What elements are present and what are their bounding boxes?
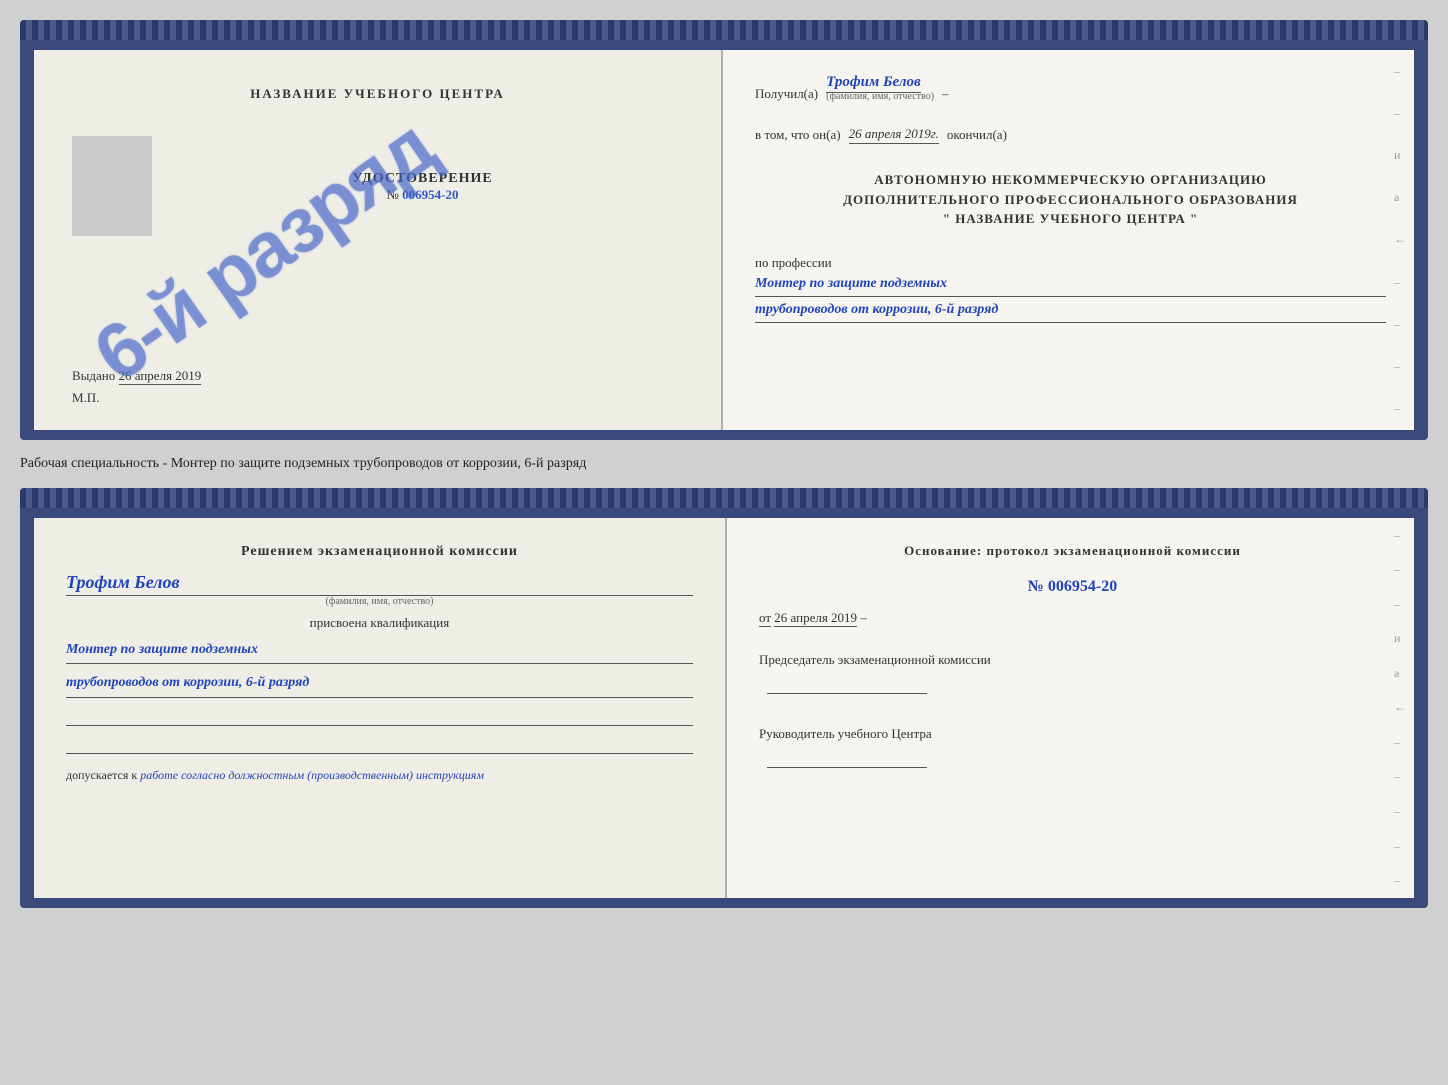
- blank-line-1: [66, 706, 693, 726]
- bottom-doc-right: – – – и а ← – – – – – Основание: протоко…: [727, 518, 1414, 898]
- org-line1: АВТОНОМНУЮ НЕКОММЕРЧЕСКУЮ ОРГАНИЗАЦИЮ: [755, 170, 1386, 190]
- top-document: НАЗВАНИЕ УЧЕБНОГО ЦЕНТРА УДОСТОВЕРЕНИЕ №…: [20, 20, 1428, 440]
- recipient-sub: (фамилия, имя, отчество): [826, 91, 934, 102]
- recipient-line: Получил(а) Трофим Белов (фамилия, имя, о…: [755, 74, 1386, 102]
- border-bottom-b: [20, 498, 1428, 508]
- qualification-label: присвоена квалификация: [66, 615, 693, 631]
- cert-number-prefix: №: [387, 187, 399, 202]
- cert-number-value: 006954-20: [402, 187, 458, 202]
- profession-line1: Монтер по защите подземных: [755, 271, 1386, 297]
- protocol-date-prefix: от: [759, 610, 771, 627]
- cert-label: УДОСТОВЕРЕНИЕ: [352, 171, 492, 187]
- org-line2: ДОПОЛНИТЕЛЬНОГО ПРОФЕССИОНАЛЬНОГО ОБРАЗО…: [755, 190, 1386, 210]
- qualification-line2: трубопроводов от коррозии, 6-й разряд: [66, 670, 693, 698]
- issued-date-value: 26 апреля 2019: [119, 368, 202, 385]
- director-signature-line: [767, 767, 927, 768]
- person-name-block: Трофим Белов (фамилия, имя, отчество): [66, 562, 693, 607]
- chairman-label: Председатель экзаменационной комиссии: [759, 650, 1386, 671]
- protocol-date: от 26 апреля 2019 –: [759, 610, 1386, 626]
- osnov-header: Основание: протокол экзаменационной коми…: [759, 542, 1386, 560]
- director-block: Руководитель учебного Центра: [759, 724, 1386, 768]
- profession-section: по профессии Монтер по защите подземных …: [755, 255, 1386, 323]
- допускается-prefix: допускается к: [66, 768, 137, 782]
- допускается-line: допускается к работе согласно должностны…: [66, 768, 693, 783]
- person-name: Трофим Белов: [66, 572, 693, 596]
- border-top: [20, 20, 1428, 30]
- training-center-label: НАЗВАНИЕ УЧЕБНОГО ЦЕНТРА: [250, 86, 505, 102]
- border-top-b: [20, 488, 1428, 498]
- issued-prefix: Выдано: [72, 368, 115, 383]
- допускается-value: работе согласно должностным (производств…: [140, 768, 484, 782]
- person-sub: (фамилия, имя, отчество): [66, 596, 693, 607]
- date-line: в том, что он(а) 26 апреля 2019г. окончи…: [755, 126, 1386, 144]
- bottom-doc-left: Решением экзаменационной комиссии Трофим…: [34, 518, 727, 898]
- blank-line-2: [66, 734, 693, 754]
- right-dashes-b: – – – и а ← – – – – –: [1394, 518, 1406, 898]
- chairman-signature-line: [767, 693, 927, 694]
- protocol-number: № 006954-20: [759, 578, 1386, 596]
- date-prefix: в том, что он(а): [755, 127, 841, 143]
- right-dashes: – – и а ← – – – –: [1394, 50, 1406, 430]
- photo-placeholder: [72, 136, 152, 236]
- org-line3: " НАЗВАНИЕ УЧЕБНОГО ЦЕНТРА ": [755, 209, 1386, 229]
- cert-number: № 006954-20: [387, 187, 459, 203]
- org-text: АВТОНОМНУЮ НЕКОММЕРЧЕСКУЮ ОРГАНИЗАЦИЮ ДО…: [755, 170, 1386, 229]
- middle-text: Рабочая специальность - Монтер по защите…: [20, 452, 1428, 476]
- profession-line2: трубопроводов от коррозии, 6-й разряд: [755, 297, 1386, 323]
- date-value: 26 апреля 2019г.: [849, 126, 939, 144]
- profession-label: по профессии: [755, 255, 1386, 271]
- top-doc-left: НАЗВАНИЕ УЧЕБНОГО ЦЕНТРА УДОСТОВЕРЕНИЕ №…: [34, 50, 723, 430]
- top-doc-right: – – и а ← – – – – Получил(а) Трофим Бело…: [723, 50, 1414, 430]
- mp-label: М.П.: [72, 390, 99, 406]
- qualification-line1: Монтер по защите подземных: [66, 637, 693, 665]
- issued-date: Выдано 26 апреля 2019: [72, 368, 201, 384]
- protocol-date-value: 26 апреля 2019: [774, 610, 857, 627]
- chairman-block: Председатель экзаменационной комиссии: [759, 650, 1386, 694]
- date-suffix: окончил(а): [947, 127, 1007, 143]
- bottom-document: Решением экзаменационной комиссии Трофим…: [20, 488, 1428, 908]
- director-label: Руководитель учебного Центра: [759, 724, 1386, 745]
- border-bottom: [20, 30, 1428, 40]
- recipient-prefix: Получил(а): [755, 86, 818, 102]
- commission-header: Решением экзаменационной комиссии: [66, 542, 693, 562]
